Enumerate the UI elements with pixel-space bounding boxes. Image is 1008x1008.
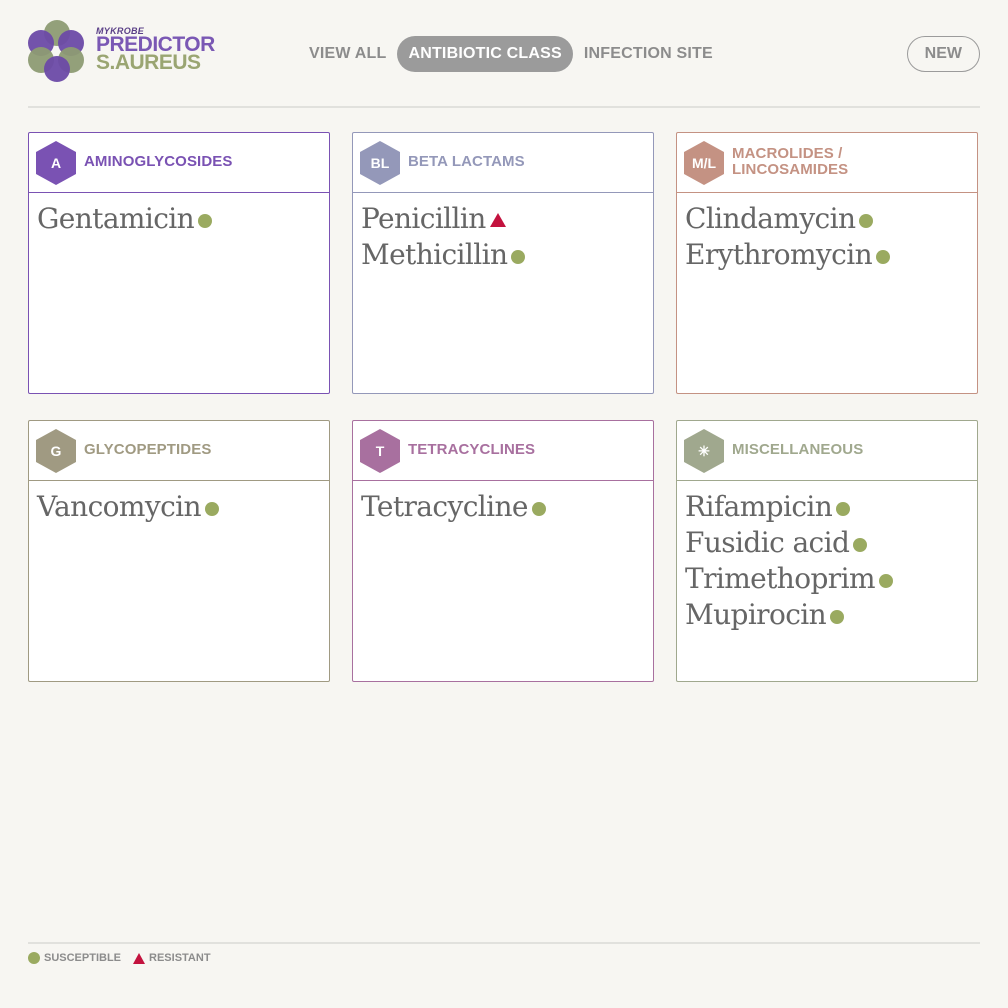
antibiotic-class-card[interactable]: G GLYCOPEPTIDES Vancomycin xyxy=(28,420,330,682)
antibiotic-class-card[interactable]: A AMINOGLYCOSIDES Gentamicin xyxy=(28,132,330,394)
drug-list: Penicillin Methicillin xyxy=(353,193,653,273)
antibiotic-class-card[interactable]: ✳ MISCELLANEOUS Rifampicin Fusidic acid Trim… xyxy=(676,420,978,682)
class-hexagon-icon: T xyxy=(360,429,400,473)
drug-item[interactable]: Fusidic acid xyxy=(685,525,969,561)
antibiotic-class-card[interactable]: BL BETA LACTAMS Penicillin Methicillin xyxy=(352,132,654,394)
card-header: G GLYCOPEPTIDES xyxy=(29,421,329,481)
card-header: ✳ MISCELLANEOUS xyxy=(677,421,977,481)
resistant-triangle-icon xyxy=(489,213,506,227)
drug-name: Methicillin xyxy=(361,238,508,271)
drug-list: Vancomycin xyxy=(29,481,329,525)
drug-name: Trimethoprim xyxy=(685,562,876,595)
card-title: MISCELLANEOUS xyxy=(732,441,864,458)
card-title: GLYCOPEPTIDES xyxy=(84,441,212,458)
drug-item[interactable]: Tetracycline xyxy=(361,489,645,525)
susceptible-dot-icon xyxy=(28,952,40,964)
class-hexagon-icon: G xyxy=(36,429,76,473)
tab-view-all[interactable]: VIEW ALL xyxy=(298,36,397,72)
drug-item[interactable]: Methicillin xyxy=(361,237,645,273)
drug-item[interactable]: Erythromycin xyxy=(685,237,969,273)
drug-name: Mupirocin xyxy=(685,598,827,631)
drug-list: Gentamicin xyxy=(29,193,329,237)
drug-list: Clindamycin Erythromycin xyxy=(677,193,977,273)
susceptible-dot-icon xyxy=(876,250,891,264)
class-hexagon-icon: M/L xyxy=(684,141,724,185)
susceptible-dot-icon xyxy=(878,574,893,588)
class-hexagon-icon: ✳ xyxy=(684,429,724,473)
drug-name: Erythromycin xyxy=(685,238,873,271)
drug-name: Vancomycin xyxy=(37,490,202,523)
drug-name: Fusidic acid xyxy=(685,526,850,559)
drug-item[interactable]: Mupirocin xyxy=(685,597,969,633)
susceptible-dot-icon xyxy=(511,250,526,264)
susceptible-dot-icon xyxy=(204,502,219,516)
legend-resistant-label: RESISTANT xyxy=(149,952,211,964)
card-title: MACROLIDES / LINCOSAMIDES xyxy=(732,145,849,178)
card-header: A AMINOGLYCOSIDES xyxy=(29,133,329,193)
logo-subtitle: S.AUREUS xyxy=(96,51,201,74)
drug-item[interactable]: Gentamicin xyxy=(37,201,321,237)
drug-name: Gentamicin xyxy=(37,202,195,235)
app-header: MYKROBE PREDICTOR S.AUREUS VIEW ALL ANTI… xyxy=(28,18,980,90)
class-hexagon-icon: BL xyxy=(360,141,400,185)
susceptible-dot-icon xyxy=(836,502,851,516)
resistant-triangle-icon xyxy=(133,952,146,964)
card-title: BETA LACTAMS xyxy=(408,153,525,170)
susceptible-dot-icon xyxy=(198,214,213,228)
card-header: M/L MACROLIDES / LINCOSAMIDES xyxy=(677,133,977,193)
antibiotic-class-card[interactable]: T TETRACYCLINES Tetracycline xyxy=(352,420,654,682)
footer-divider xyxy=(28,942,980,944)
drug-list: Rifampicin Fusidic acid Trimethoprim Mupiro… xyxy=(677,481,977,633)
susceptible-dot-icon xyxy=(859,214,874,228)
logo-mark-icon xyxy=(28,20,86,82)
tab-antibiotic-class[interactable]: ANTIBIOTIC CLASS xyxy=(397,36,573,72)
card-header: BL BETA LACTAMS xyxy=(353,133,653,193)
drug-item[interactable]: Penicillin xyxy=(361,201,645,237)
card-title: TETRACYCLINES xyxy=(408,441,536,458)
susceptible-dot-icon xyxy=(830,610,845,624)
drug-name: Penicillin xyxy=(361,202,486,235)
new-button[interactable]: NEW xyxy=(906,36,980,72)
drug-list: Tetracycline xyxy=(353,481,653,525)
susceptible-dot-icon xyxy=(531,502,546,516)
drug-name: Clindamycin xyxy=(685,202,856,235)
drug-item[interactable]: Rifampicin xyxy=(685,489,969,525)
card-header: T TETRACYCLINES xyxy=(353,421,653,481)
drug-item[interactable]: Vancomycin xyxy=(37,489,321,525)
header-divider xyxy=(28,106,980,108)
class-hexagon-icon: A xyxy=(36,141,76,185)
legend: SUSCEPTIBLE RESISTANT xyxy=(28,952,211,964)
antibiotic-class-card[interactable]: M/L MACROLIDES / LINCOSAMIDES Clindamycin E… xyxy=(676,132,978,394)
susceptible-dot-icon xyxy=(853,538,868,552)
drug-item[interactable]: Clindamycin xyxy=(685,201,969,237)
logo[interactable]: MYKROBE PREDICTOR S.AUREUS xyxy=(28,20,218,84)
legend-susceptible-label: SUSCEPTIBLE xyxy=(44,952,122,964)
drug-item[interactable]: Trimethoprim xyxy=(685,561,969,597)
card-title: AMINOGLYCOSIDES xyxy=(84,153,233,170)
drug-name: Tetracycline xyxy=(361,490,529,523)
view-tabs: VIEW ALL ANTIBIOTIC CLASS INFECTION SITE xyxy=(298,36,724,72)
tab-infection-site[interactable]: INFECTION SITE xyxy=(573,36,724,72)
drug-name: Rifampicin xyxy=(685,490,833,523)
